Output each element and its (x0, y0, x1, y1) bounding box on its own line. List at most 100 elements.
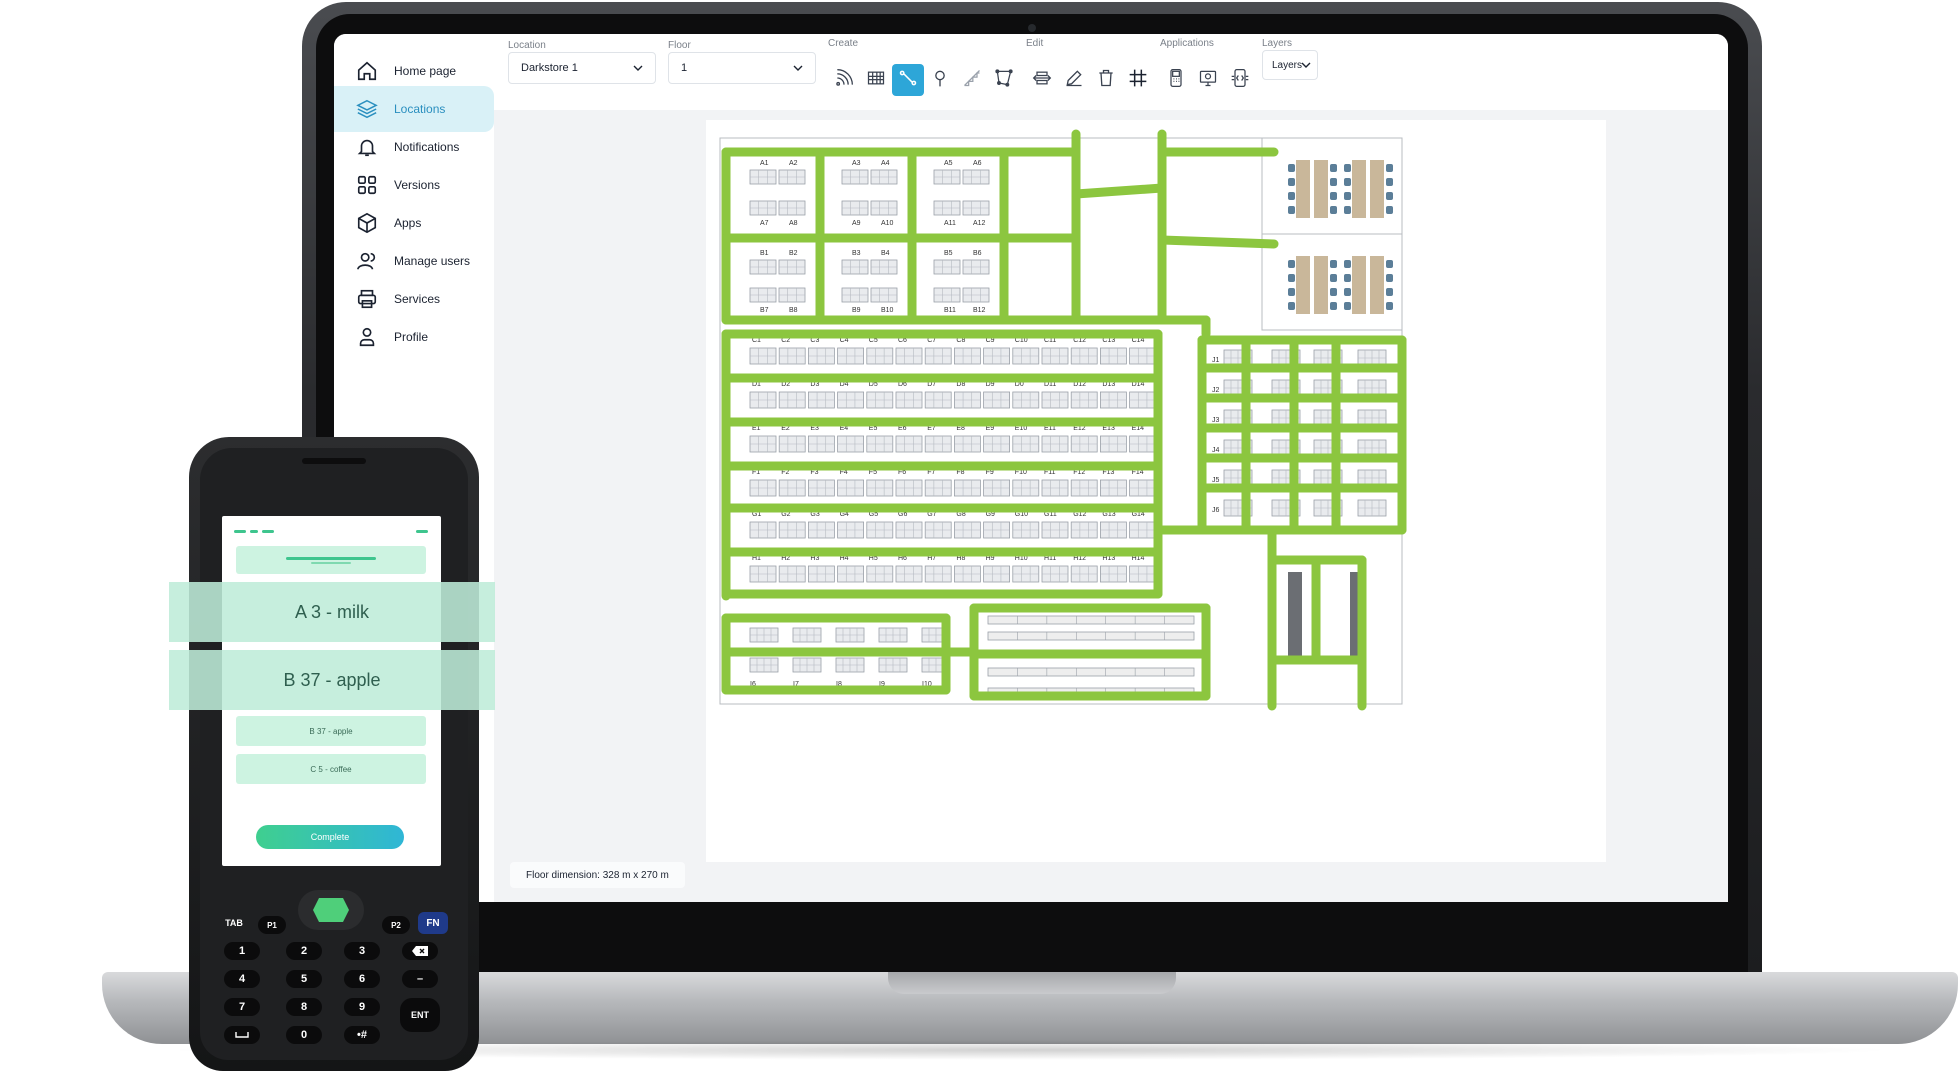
location-select[interactable]: Darkstore 1 (508, 52, 656, 84)
sidebar-item-label: Versions (394, 178, 441, 192)
scan-key[interactable] (298, 890, 364, 930)
chair (1330, 192, 1337, 200)
cell-label: A7 (760, 220, 769, 227)
sidebar-item-label: Locations (394, 102, 446, 116)
chair (1330, 302, 1337, 310)
p2-key[interactable]: P2 (382, 916, 410, 934)
desk (1296, 160, 1310, 218)
pick-list-item[interactable]: B 37 - apple (236, 716, 426, 746)
hash-key[interactable]: •# (344, 1026, 380, 1044)
chair (1386, 164, 1393, 172)
layers-icon (354, 96, 380, 122)
applications-label: Applications (1160, 38, 1214, 49)
key-6[interactable]: 6 (344, 970, 380, 988)
backspace-key[interactable] (402, 942, 438, 960)
cell-label: J2 (1212, 387, 1220, 394)
chair (1288, 164, 1295, 172)
sidebar-item-label: Home page (394, 64, 457, 78)
enter-key[interactable]: ENT (400, 998, 440, 1032)
monitor-app-button[interactable] (1192, 64, 1224, 96)
chair (1344, 274, 1351, 282)
floor-plan[interactable]: A1 A2 A3 A4 A5 A6 A7 A8 A9 A10 A11 A12 B1 B2 B3 B4 B5 B6 B… (706, 120, 1606, 862)
pencil-tool-button[interactable] (1058, 64, 1090, 96)
camera (1028, 24, 1036, 32)
pick-banner-1[interactable]: A 3 - milk (169, 582, 495, 642)
complete-button[interactable]: Complete (256, 825, 404, 849)
scan-trigger-icon (313, 898, 349, 922)
sidebar-item-label: Services (394, 292, 441, 306)
p1-key[interactable]: P1 (258, 916, 286, 934)
location-value: Darkstore 1 (521, 62, 578, 74)
home-icon (354, 58, 380, 84)
sidebar-item-label: Profile (394, 330, 429, 344)
route-icon (898, 68, 918, 93)
cell-label: J6 (1212, 507, 1220, 514)
chair (1288, 206, 1295, 214)
trash-icon (1096, 68, 1116, 93)
key-9[interactable]: 9 (344, 998, 380, 1016)
chair (1386, 302, 1393, 310)
key-4[interactable]: 4 (224, 970, 260, 988)
stairs-tool-button[interactable] (956, 64, 988, 96)
key-2[interactable]: 2 (286, 942, 322, 960)
chair (1288, 274, 1295, 282)
tab-key[interactable]: TAB (218, 914, 250, 932)
chair (1386, 288, 1393, 296)
cell-label: B11 (944, 307, 956, 314)
sidebar-item-label: Notifications (394, 140, 460, 154)
chair (1386, 260, 1393, 268)
desk (1352, 160, 1366, 218)
long-shelf (987, 615, 1195, 625)
layers-label: Layers (1262, 38, 1293, 49)
cell-label: A6 (973, 160, 982, 167)
chair (1330, 164, 1337, 172)
create-label: Create (828, 38, 859, 49)
cell-label: A8 (789, 220, 798, 227)
key-7[interactable]: 7 (224, 998, 260, 1016)
pencil-icon (1064, 68, 1084, 93)
cell-label: A9 (852, 220, 861, 227)
grid-icon (354, 172, 380, 198)
chair (1386, 192, 1393, 200)
chair (1288, 302, 1295, 310)
terminal-app-button[interactable] (1160, 64, 1192, 96)
chair (1330, 206, 1337, 214)
wifi-tool-button[interactable] (828, 64, 860, 96)
pin-tool-button[interactable] (924, 64, 956, 96)
cell-label: A4 (881, 160, 890, 167)
floor-select[interactable]: 1 (668, 52, 816, 84)
chair (1288, 178, 1295, 186)
key-3[interactable]: 3 (344, 942, 380, 960)
hash-grid-icon (1128, 68, 1148, 93)
key-0[interactable]: 0 (286, 1026, 322, 1044)
toolbar: Location Darkstore 1 Floor 1 Create Edit… (494, 34, 1728, 110)
desk (1296, 256, 1310, 314)
cell-label: A5 (944, 160, 953, 167)
floor-plan-canvas[interactable]: A1 A2 A3 A4 A5 A6 A7 A8 A9 A10 A11 A12 B1 B2 B3 B4 B5 B6 B… (494, 110, 1728, 902)
space-key[interactable] (224, 1026, 260, 1044)
chair (1330, 178, 1337, 186)
pick-list-item[interactable]: C 5 - coffee (236, 754, 426, 784)
pick-banner-2[interactable]: B 37 - apple (169, 650, 495, 710)
code-device-icon (1230, 68, 1250, 93)
shelf-tool-button[interactable] (860, 64, 892, 96)
sidebar-item-profile[interactable]: Profile (334, 314, 494, 360)
key-5[interactable]: 5 (286, 970, 322, 988)
minus-key[interactable]: – (402, 970, 438, 988)
fn-key[interactable]: FN (418, 912, 448, 934)
grid-tool-button[interactable] (1122, 64, 1154, 96)
integration-app-button[interactable] (1224, 64, 1256, 96)
chevron-down-icon (793, 63, 803, 76)
polygon-tool-button[interactable] (988, 64, 1020, 96)
cell-label: B4 (881, 250, 890, 257)
app-window: Home page Locations Notifications Versio… (334, 34, 1728, 902)
resize-tool-button[interactable] (1026, 64, 1058, 96)
route-tool-button[interactable] (892, 64, 924, 96)
chair (1344, 178, 1351, 186)
cell-label: A10 (881, 220, 894, 227)
delete-tool-button[interactable] (1090, 64, 1122, 96)
key-1[interactable]: 1 (224, 942, 260, 960)
desk (1370, 160, 1384, 218)
key-8[interactable]: 8 (286, 998, 322, 1016)
layers-select[interactable]: Layers (1262, 50, 1318, 80)
